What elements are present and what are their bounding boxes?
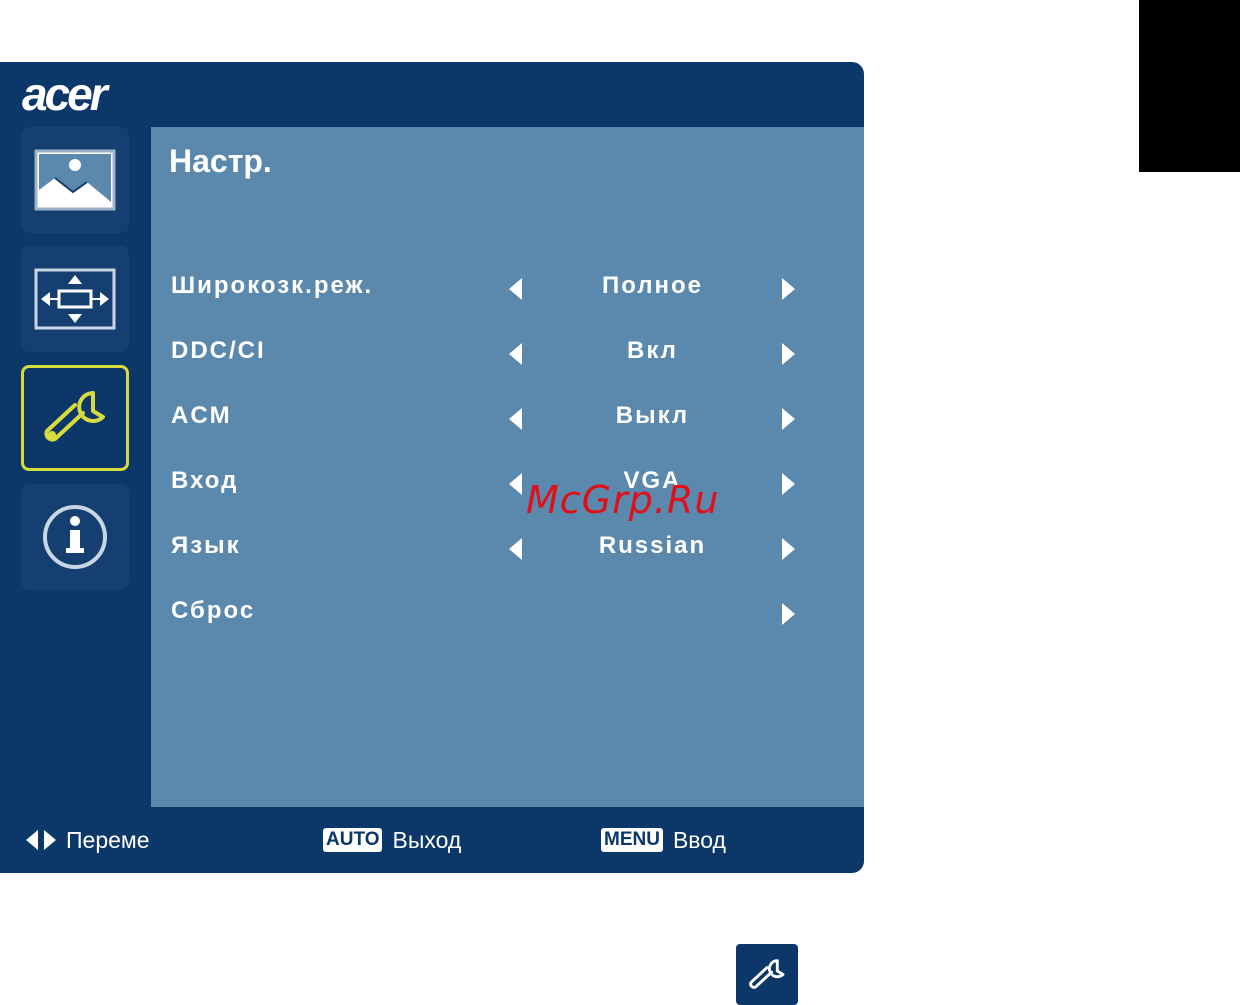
sidebar-item-information[interactable]	[21, 484, 129, 590]
picture-icon	[34, 149, 116, 211]
sidebar-item-position[interactable]	[21, 246, 129, 352]
setting-label: Сброс	[171, 597, 256, 624]
setting-row-acm[interactable]: ACM Выкл	[151, 398, 864, 438]
arrow-right-icon[interactable]	[782, 343, 795, 365]
watermark-text: McGrp.Ru	[526, 478, 720, 522]
arrow-left-icon[interactable]	[509, 408, 522, 430]
sidebar-item-settings[interactable]	[21, 365, 129, 471]
osd-footer: Переме AUTO Выход MENU Ввод	[0, 807, 864, 873]
panel-title: Настр.	[169, 143, 272, 179]
arrow-right-icon[interactable]	[782, 473, 795, 495]
setting-row-language[interactable]: Язык Russian	[151, 528, 864, 568]
settings-panel: Настр. Широкозк.реж. Полное DDC/CI Вкл A…	[151, 127, 864, 807]
setting-value: Полное	[601, 272, 704, 299]
setting-label: ACM	[171, 402, 232, 429]
acer-logo: acer	[22, 68, 108, 120]
arrow-right-icon[interactable]	[782, 603, 795, 625]
info-icon	[43, 505, 107, 569]
position-icon	[34, 268, 116, 330]
arrow-left-icon[interactable]	[509, 473, 522, 495]
sidebar-item-picture[interactable]	[21, 127, 129, 233]
setting-label: Язык	[171, 532, 241, 559]
arrow-right-icon[interactable]	[782, 538, 795, 560]
footer-auto-label: Выход	[392, 826, 462, 853]
setting-value: Выкл	[615, 402, 690, 429]
setting-value: Вкл	[627, 337, 678, 364]
arrow-left-icon	[26, 830, 38, 850]
page-corner-tab	[1139, 0, 1240, 172]
setting-row-reset[interactable]: Сброс	[151, 593, 864, 633]
menu-key-badge: MENU	[601, 828, 663, 852]
setting-value: Russian	[598, 532, 707, 559]
wrench-icon	[44, 391, 105, 442]
footer-move-hint: Переме	[26, 826, 150, 854]
arrow-left-icon[interactable]	[509, 538, 522, 560]
osd-menu: acer Настр. Широкозк.реж. Полное DDC/CI …	[0, 62, 864, 873]
auto-key-badge: AUTO	[323, 828, 383, 852]
arrow-right-icon	[44, 830, 56, 850]
setting-row-ddc-ci[interactable]: DDC/CI Вкл	[151, 333, 864, 373]
setting-label: Широкозк.реж.	[171, 272, 374, 299]
setting-label: DDC/CI	[171, 337, 266, 364]
footer-move-label: Переме	[66, 826, 150, 853]
footer-menu-hint: MENU Ввод	[601, 826, 726, 854]
arrow-left-icon[interactable]	[509, 278, 522, 300]
arrow-left-icon[interactable]	[509, 343, 522, 365]
setting-row-input[interactable]: Вход VGA	[151, 463, 864, 503]
setting-label: Вход	[171, 467, 239, 494]
settings-key-icon	[736, 944, 798, 1005]
arrow-right-icon[interactable]	[782, 408, 795, 430]
footer-auto-hint: AUTO Выход	[323, 826, 461, 854]
wrench-icon	[749, 958, 785, 989]
arrow-right-icon[interactable]	[782, 278, 795, 300]
footer-menu-label: Ввод	[672, 826, 726, 853]
setting-row-wide-mode[interactable]: Широкозк.реж. Полное	[151, 268, 864, 308]
